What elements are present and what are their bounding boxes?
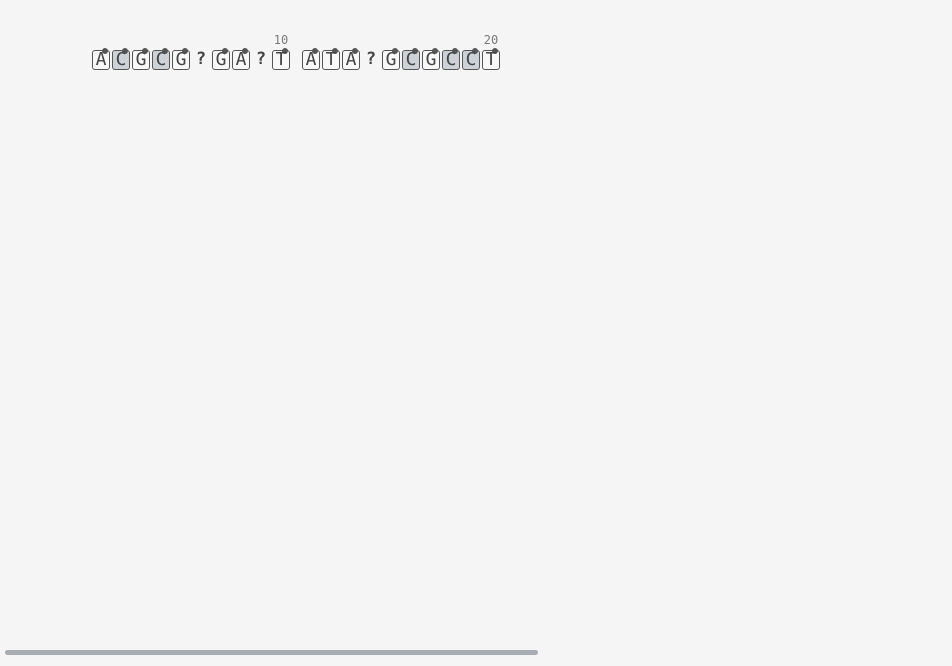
base-letter: A [305,49,317,70]
base-letter: G [425,49,437,70]
base-letter: T [275,49,287,70]
base-c[interactable]: C [442,48,460,70]
base-a[interactable]: A [302,48,320,70]
base-letter: A [235,49,247,70]
base-letter: ? [195,49,207,69]
base-g[interactable]: G [422,48,440,70]
base-a[interactable]: A [92,48,110,70]
base-letter: C [155,49,167,70]
base-letter: C [405,49,417,70]
base-letter: G [215,49,227,70]
base-letter: A [95,49,107,70]
base-letter: A [345,49,357,70]
ruler-label-20: 20 [483,33,499,47]
base-letter: ? [255,49,267,69]
base-a[interactable]: A [342,48,360,70]
base-letter: ? [365,49,377,69]
base-letter: C [465,49,477,70]
base-letter: G [175,49,187,70]
horizontal-scrollbar[interactable] [0,640,952,666]
base-letter: T [485,49,497,70]
base-t[interactable]: T [272,48,290,70]
base-c[interactable]: C [152,48,170,70]
base-letter: C [445,49,457,70]
base-letter: G [385,49,397,70]
base-letter: T [325,49,337,70]
base-c[interactable]: C [402,48,420,70]
base-a[interactable]: A [232,48,250,70]
base-g[interactable]: G [132,48,150,70]
base-g[interactable]: G [212,48,230,70]
base-c[interactable]: C [462,48,480,70]
base-t[interactable]: T [322,48,340,70]
sequence-track: 10 20 A C G C G? G A? T A T A? G C G C C T [90,30,510,76]
ruler-label-10: 10 [273,33,289,47]
horizontal-scrollbar-thumb[interactable] [5,650,538,655]
unknown-base[interactable]: ? [362,50,380,70]
base-t[interactable]: T [482,48,500,70]
base-g[interactable]: G [172,48,190,70]
unknown-base[interactable]: ? [252,50,270,70]
unknown-base[interactable]: ? [192,50,210,70]
base-letter: C [115,49,127,70]
base-g[interactable]: G [382,48,400,70]
sequence-view: 10 20 A C G C G? G A? T A T A? G C G C C T [0,0,952,640]
base-c[interactable]: C [112,48,130,70]
base-letter: G [135,49,147,70]
